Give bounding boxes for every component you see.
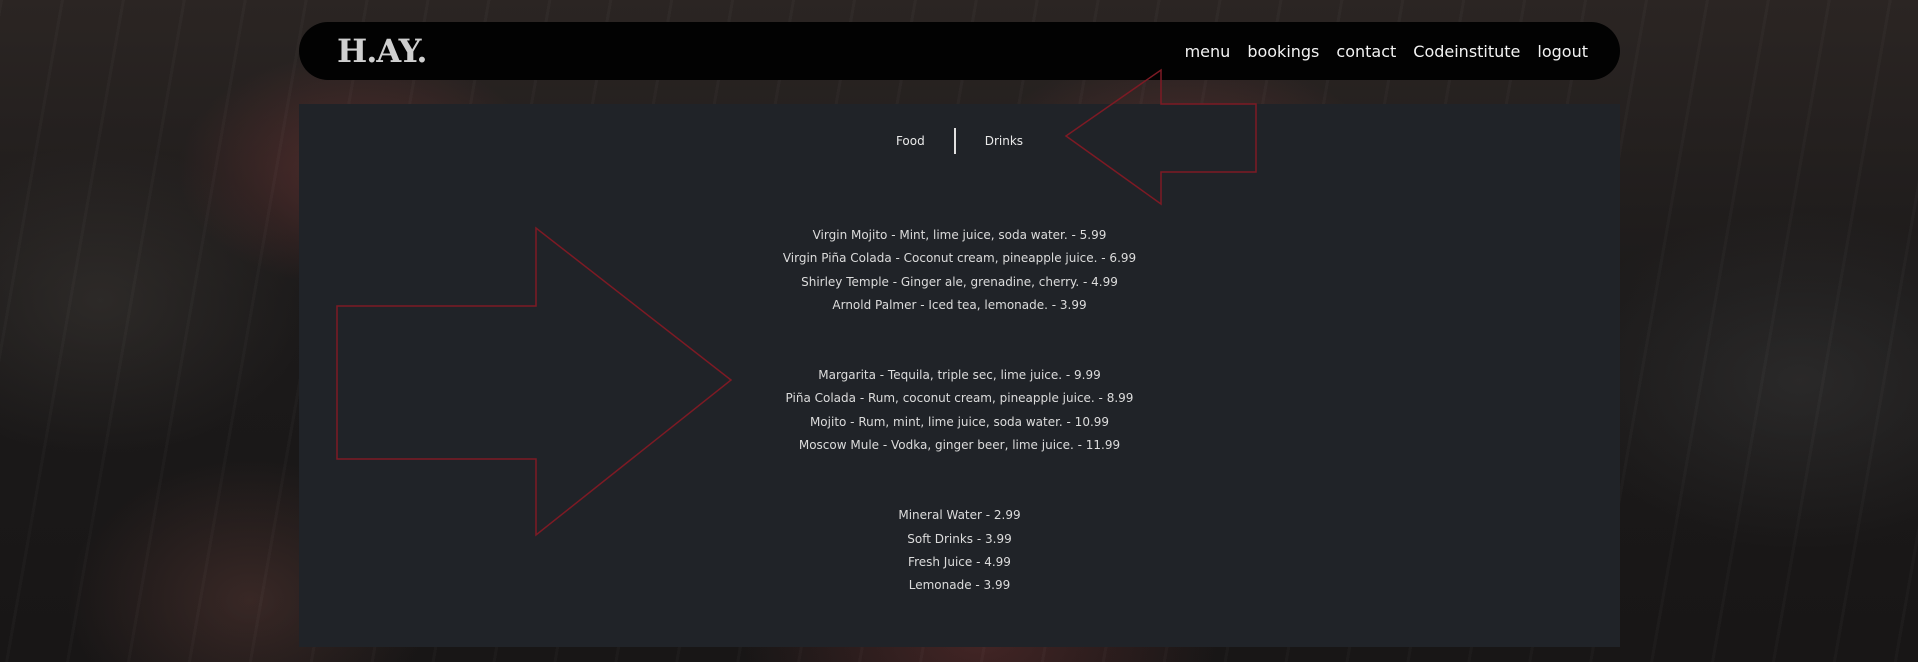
menu-group-cocktails: Margarita - Tequila, triple sec, lime ju… [299,364,1620,457]
menu-item: Margarita - Tequila, triple sec, lime ju… [818,368,1101,383]
menu-item: Soft Drinks - 3.99 [907,531,1012,546]
menu-panel: Food Drinks Virgin Mojito - Mint, lime j… [299,104,1620,647]
menu-item: Mineral Water - 2.99 [898,508,1021,523]
menu-item: Shirley Temple - Ginger ale, grenadine, … [801,274,1118,289]
nav-link-menu[interactable]: menu [1185,42,1231,61]
nav-link-bookings[interactable]: bookings [1247,42,1319,61]
menu-item: Virgin Piña Colada - Coconut cream, pine… [782,251,1137,266]
menu-item: Mojito - Rum, mint, lime juice, soda wat… [809,414,1110,429]
menu-item: Fresh Juice - 4.99 [908,554,1011,569]
nav-link-codeinstitute[interactable]: Codeinstitute [1413,42,1520,61]
menu-group-mocktails: Virgin Mojito - Mint, lime juice, soda w… [299,224,1620,317]
menu-item: Moscow Mule - Vodka, ginger beer, lime j… [798,438,1121,453]
menu-group-soft-drinks: Mineral Water - 2.99 Soft Drinks - 3.99 … [299,504,1620,597]
tab-food[interactable]: Food [867,134,954,148]
nav-links: menu bookings contact Codeinstitute logo… [1185,42,1588,61]
menu-tabs: Food Drinks [299,128,1620,154]
tab-drinks[interactable]: Drinks [956,134,1052,148]
brand-logo[interactable]: H.AY. [337,32,427,70]
drinks-menu: Virgin Mojito - Mint, lime juice, soda w… [299,224,1620,645]
menu-item: Lemonade - 3.99 [908,578,1011,593]
menu-item: Piña Colada - Rum, coconut cream, pineap… [785,391,1134,406]
menu-item: Arnold Palmer - Iced tea, lemonade. - 3.… [832,297,1087,312]
navbar: H.AY. menu bookings contact Codeinstitut… [299,22,1620,80]
nav-link-logout[interactable]: logout [1537,42,1588,61]
nav-link-contact[interactable]: contact [1336,42,1396,61]
menu-item: Virgin Mojito - Mint, lime juice, soda w… [812,228,1107,242]
